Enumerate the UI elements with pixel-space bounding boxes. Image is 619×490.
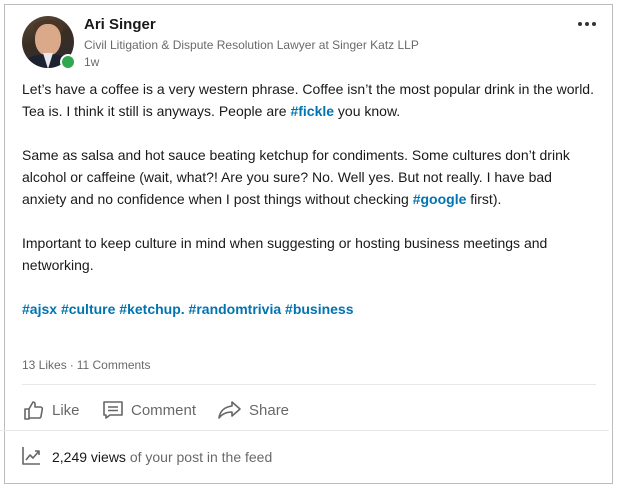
post-paragraph: Let’s have a coffee is a very western ph… bbox=[22, 78, 597, 122]
author-name[interactable]: Ari Singer bbox=[84, 16, 156, 33]
hashtag-link[interactable]: #fickle bbox=[290, 103, 334, 119]
comment-label: Comment bbox=[131, 401, 197, 419]
views-count: 2,249 views bbox=[52, 449, 126, 465]
author-headline: Civil Litigation & Dispute Resolution La… bbox=[84, 38, 419, 52]
like-label: Like bbox=[52, 401, 80, 419]
divider bbox=[22, 384, 596, 385]
hashtag-punctuation: . bbox=[180, 301, 185, 317]
more-icon bbox=[585, 22, 589, 26]
hashtag-link[interactable]: #randomtrivia bbox=[189, 301, 282, 317]
share-arrow-icon bbox=[217, 398, 243, 422]
comment-icon bbox=[101, 398, 125, 422]
post-text: Let’s have a coffee is a very western ph… bbox=[22, 78, 597, 342]
divider bbox=[0, 430, 609, 431]
views-text: 2,249 views of your post in the feed bbox=[52, 449, 272, 465]
hashtag-link[interactable]: #google bbox=[413, 191, 467, 207]
social-counts: 13 Likes · 11 Comments bbox=[22, 358, 151, 372]
comments-count[interactable]: 11 Comments bbox=[77, 358, 151, 372]
likes-count[interactable]: 13 Likes bbox=[22, 358, 67, 372]
comment-button[interactable]: Comment bbox=[101, 395, 196, 425]
hashtag-link[interactable]: #business bbox=[285, 301, 353, 317]
post-text-segment: first). bbox=[466, 191, 502, 207]
hashtag-list: #ajsx #culture #ketchup. #randomtrivia #… bbox=[22, 298, 597, 320]
post-paragraph: Same as salsa and hot sauce beating ketc… bbox=[22, 144, 597, 210]
post-text-segment: Important to keep culture in mind when s… bbox=[22, 235, 548, 273]
post-paragraph: Important to keep culture in mind when s… bbox=[22, 232, 597, 276]
post-views[interactable]: 2,249 views of your post in the feed bbox=[20, 444, 272, 470]
more-icon bbox=[578, 22, 582, 26]
hashtag-link[interactable]: #culture bbox=[61, 301, 115, 317]
views-suffix: of your post in the feed bbox=[125, 449, 273, 465]
thumbs-up-icon bbox=[22, 398, 46, 422]
avatar-face bbox=[35, 24, 61, 56]
post-text-segment: you know. bbox=[334, 103, 401, 119]
more-icon bbox=[592, 22, 596, 26]
like-button[interactable]: Like bbox=[22, 395, 80, 425]
count-separator: · bbox=[69, 358, 74, 372]
trend-chart-icon bbox=[20, 445, 42, 470]
hashtag-link[interactable]: #ajsx bbox=[22, 301, 57, 317]
online-status-indicator bbox=[60, 54, 76, 70]
share-button[interactable]: Share bbox=[217, 395, 289, 425]
share-label: Share bbox=[249, 401, 290, 419]
more-options-button[interactable] bbox=[572, 14, 602, 34]
hashtag-link[interactable]: #ketchup bbox=[119, 301, 180, 317]
post-timestamp: 1w bbox=[84, 55, 100, 69]
